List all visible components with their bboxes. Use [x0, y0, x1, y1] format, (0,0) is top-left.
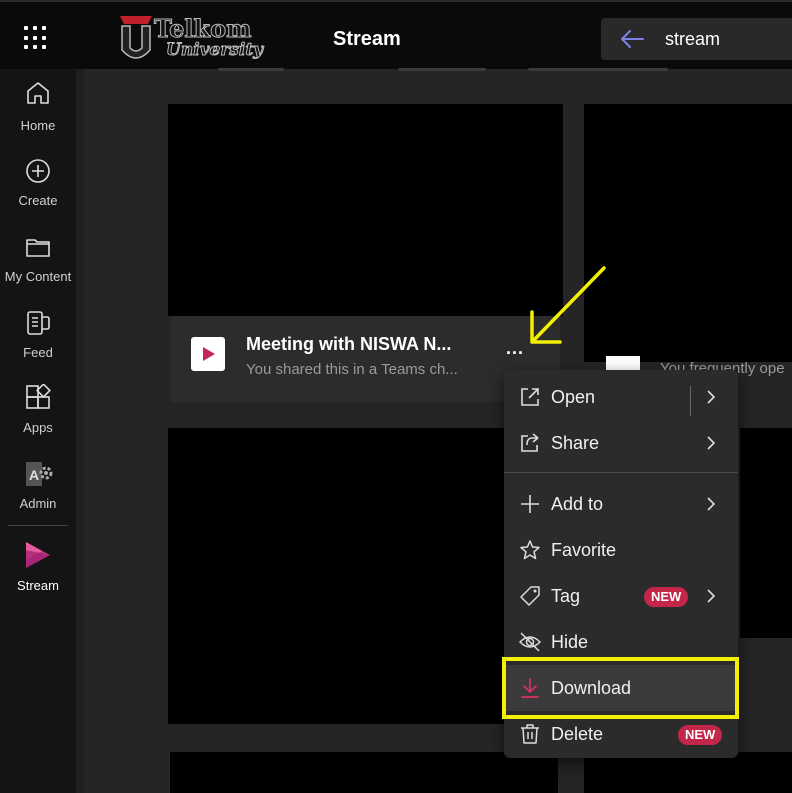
- rail-item-apps[interactable]: Apps: [0, 384, 76, 454]
- rail-label-home: Home: [20, 118, 56, 133]
- menu-label-favorite: Favorite: [551, 540, 617, 560]
- trash-icon: [521, 724, 539, 744]
- video-card-subtitle: You shared this in a Teams ch...: [246, 361, 458, 378]
- back-arrow-icon[interactable]: [619, 27, 645, 51]
- video-thumbnail[interactable]: [740, 428, 792, 638]
- menu-divider: [504, 472, 738, 473]
- filter-strip: [218, 68, 284, 71]
- share-icon: [521, 433, 539, 452]
- logo-text-university: University: [165, 40, 264, 61]
- star-icon: [520, 540, 540, 560]
- rail-label-feed: Feed: [23, 345, 53, 360]
- feed-icon: [27, 311, 50, 335]
- plus-icon: [521, 495, 539, 513]
- rail-item-home[interactable]: Home: [0, 79, 76, 149]
- telkom-university-logo[interactable]: Telkom University: [116, 12, 270, 68]
- app-launcher-icon[interactable]: [24, 26, 48, 50]
- menu-item-share[interactable]: Share: [504, 420, 738, 466]
- eye-off-icon: [518, 632, 542, 652]
- filter-strip: [398, 68, 486, 71]
- menu-split-divider: [690, 386, 691, 416]
- menu-label-hide: Hide: [551, 632, 589, 652]
- menu-label-tag: Tag: [551, 586, 581, 606]
- rail-item-feed[interactable]: Feed: [0, 309, 76, 379]
- chevron-right-icon: [707, 589, 716, 603]
- rail-item-admin[interactable]: A Admin: [0, 459, 76, 529]
- admin-icon: A: [26, 462, 53, 486]
- menu-item-add-to[interactable]: Add to: [504, 481, 738, 527]
- menu-label-share: Share: [551, 433, 600, 453]
- video-card-title: Meeting with NISWA N...: [246, 334, 452, 354]
- rail-item-stream[interactable]: Stream: [0, 539, 76, 609]
- new-badge: NEW: [678, 725, 723, 745]
- rail-label-create: Create: [18, 193, 58, 208]
- right-card-thumb: [606, 356, 640, 370]
- menu-item-favorite[interactable]: Favorite: [504, 527, 738, 573]
- rail-label-apps: Apps: [23, 420, 53, 435]
- folder-icon: [26, 239, 50, 257]
- chevron-right-icon[interactable]: [704, 388, 718, 406]
- chevron-right-icon: [707, 436, 716, 450]
- video-thumbnail[interactable]: [584, 752, 792, 793]
- search-input[interactable]: stream: [665, 29, 720, 50]
- app-title: Stream: [333, 28, 401, 50]
- filter-strip: [528, 68, 668, 71]
- home-icon: [27, 82, 49, 104]
- menu-item-open[interactable]: Open: [504, 374, 738, 420]
- plus-circle-icon: [26, 159, 50, 183]
- video-thumbnail[interactable]: [584, 104, 792, 362]
- chevron-right-icon: [707, 497, 716, 511]
- rail-label-stream: Stream: [17, 578, 59, 593]
- menu-label-open: Open: [551, 387, 596, 407]
- svg-text:A: A: [29, 467, 39, 483]
- menu-item-tag[interactable]: Tag NEW: [504, 573, 738, 619]
- open-external-icon: [521, 388, 539, 406]
- rail-divider: [8, 525, 68, 526]
- video-thumbnail[interactable]: [170, 752, 558, 793]
- search-box[interactable]: stream: [601, 18, 792, 60]
- menu-label-add-to: Add to: [551, 494, 604, 514]
- menu-label-delete: Delete: [551, 724, 604, 744]
- annotation-arrow-icon: [530, 266, 606, 344]
- video-file-icon: [191, 337, 225, 371]
- new-badge: NEW: [644, 587, 689, 607]
- rail-label-admin: Admin: [19, 496, 57, 511]
- rail-item-my-content[interactable]: My Content: [0, 233, 76, 303]
- top-bar: Telkom University Stream stream: [0, 0, 792, 69]
- tag-icon: [520, 586, 540, 606]
- rail-item-create[interactable]: Create: [0, 157, 76, 227]
- apps-icon: [26, 384, 51, 409]
- video-card[interactable]: Meeting with NISWA N... You shared this …: [170, 316, 560, 402]
- logo-text-telkom: Telkom: [154, 14, 253, 44]
- rail-label-my-content: My Content: [4, 269, 72, 284]
- annotation-highlight-box: [502, 657, 739, 719]
- video-thumbnail[interactable]: [168, 104, 563, 316]
- left-rail: Home Create My Content Feed Apps A Admin…: [0, 69, 76, 793]
- stream-logo-icon: [26, 542, 50, 568]
